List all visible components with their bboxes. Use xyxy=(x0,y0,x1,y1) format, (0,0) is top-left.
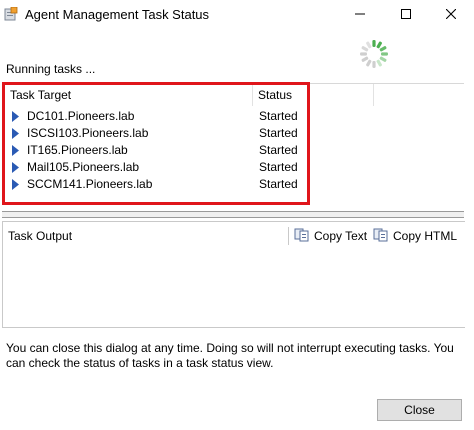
task-target-cell: ISCSI103.Pioneers.lab xyxy=(27,126,149,140)
task-list[interactable]: Task Target Status DC101.Pioneers.lab St… xyxy=(2,83,464,210)
running-tasks-label: Running tasks ... xyxy=(6,62,96,76)
expand-arrow-icon[interactable] xyxy=(12,111,20,122)
loading-spinner-icon xyxy=(358,38,390,70)
task-status-cell: Started xyxy=(259,109,298,123)
task-target-cell: DC101.Pioneers.lab xyxy=(27,109,135,123)
title-bar: Agent Management Task Status xyxy=(0,0,474,30)
column-divider[interactable] xyxy=(252,84,253,106)
task-output-label: Task Output xyxy=(8,229,73,243)
toolbar-divider xyxy=(288,227,289,245)
copy-icon xyxy=(294,228,314,245)
expand-arrow-icon[interactable] xyxy=(12,145,20,156)
expand-arrow-icon[interactable] xyxy=(12,128,20,139)
maximize-icon xyxy=(401,8,411,22)
copy-icon xyxy=(373,228,393,245)
close-button[interactable]: Close xyxy=(377,399,462,421)
close-icon xyxy=(445,8,457,22)
task-target-cell: IT165.Pioneers.lab xyxy=(27,143,128,157)
panel-splitter[interactable] xyxy=(2,211,464,218)
agent-task-status-dialog: Agent Management Task Status Running tas… xyxy=(0,0,474,430)
copy-text-button[interactable]: Copy Text xyxy=(294,226,367,246)
task-status-cell: Started xyxy=(259,160,298,174)
maximize-button[interactable] xyxy=(383,0,429,30)
task-target-cell: Mail105.Pioneers.lab xyxy=(27,160,140,174)
table-row[interactable]: IT165.Pioneers.lab Started xyxy=(2,142,464,159)
expand-arrow-icon[interactable] xyxy=(12,162,20,173)
table-row[interactable]: SCCM141.Pioneers.lab Started xyxy=(2,176,464,193)
task-status-icon xyxy=(4,6,18,21)
table-row[interactable]: Mail105.Pioneers.lab Started xyxy=(2,159,464,176)
task-output-panel[interactable]: Task Output Copy Text Copy HTML xyxy=(2,221,465,328)
window-title: Agent Management Task Status xyxy=(25,7,210,22)
task-status-cell: Started xyxy=(259,126,298,140)
minimize-icon xyxy=(355,8,365,22)
column-header-task-target[interactable]: Task Target xyxy=(10,84,71,106)
column-divider[interactable] xyxy=(373,84,374,106)
copy-text-label: Copy Text xyxy=(314,229,368,243)
task-status-cell: Started xyxy=(259,177,298,191)
task-target-cell: SCCM141.Pioneers.lab xyxy=(27,177,153,191)
window-close-button[interactable] xyxy=(428,0,474,30)
info-message: You can close this dialog at any time. D… xyxy=(6,341,454,370)
task-status-cell: Started xyxy=(259,143,298,157)
copy-html-label: Copy HTML xyxy=(393,229,458,243)
table-row[interactable]: ISCSI103.Pioneers.lab Started xyxy=(2,125,464,142)
expand-arrow-icon[interactable] xyxy=(12,179,20,190)
copy-html-button[interactable]: Copy HTML xyxy=(373,226,457,246)
column-header-status[interactable]: Status xyxy=(258,84,292,106)
minimize-button[interactable] xyxy=(337,0,383,30)
table-row[interactable]: DC101.Pioneers.lab Started xyxy=(2,108,464,125)
